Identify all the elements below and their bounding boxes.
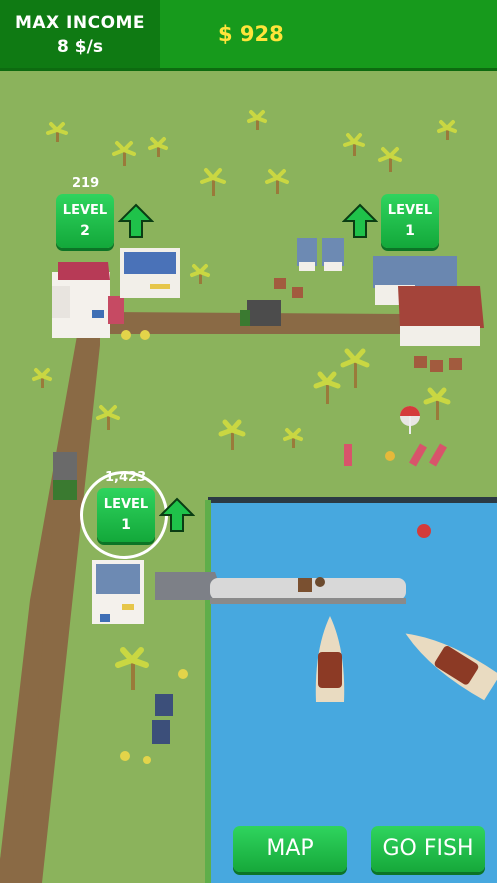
level-badge-house[interactable]: LEVEL 2 bbox=[56, 194, 114, 248]
level-label: LEVEL bbox=[103, 497, 149, 512]
max-income-value: 8 $/s bbox=[57, 37, 103, 57]
upgrade-price-shop: 1,423 bbox=[105, 470, 147, 485]
game-scene[interactable] bbox=[0, 0, 497, 883]
level-value: 1 bbox=[121, 517, 131, 533]
map-button[interactable]: MAP bbox=[233, 826, 347, 872]
level-value: 1 bbox=[405, 223, 415, 239]
truck-left bbox=[53, 452, 77, 500]
level-badge-shop[interactable]: LEVEL 1 bbox=[97, 488, 155, 542]
level-label: LEVEL bbox=[62, 203, 108, 218]
max-income-label: MAX INCOME bbox=[14, 13, 146, 33]
upgrade-price-house: 219 bbox=[72, 176, 100, 191]
level-badge-warehouse[interactable]: LEVEL 1 bbox=[381, 194, 439, 248]
upgrade-arrow-icon[interactable] bbox=[159, 497, 195, 533]
level-label: LEVEL bbox=[387, 203, 433, 218]
money-balance: $ 928 bbox=[218, 22, 284, 46]
go-fish-button[interactable]: GO FISH bbox=[371, 826, 485, 872]
buoy bbox=[417, 524, 431, 538]
upgrade-arrow-icon[interactable] bbox=[118, 203, 154, 239]
upgrade-arrow-icon[interactable] bbox=[342, 203, 378, 239]
max-income-panel: MAX INCOME 8 $/s bbox=[0, 0, 160, 68]
shop-level-1[interactable] bbox=[92, 560, 144, 624]
top-hud: MAX INCOME 8 $/s $ 928 bbox=[0, 0, 497, 71]
level-value: 2 bbox=[80, 223, 90, 239]
